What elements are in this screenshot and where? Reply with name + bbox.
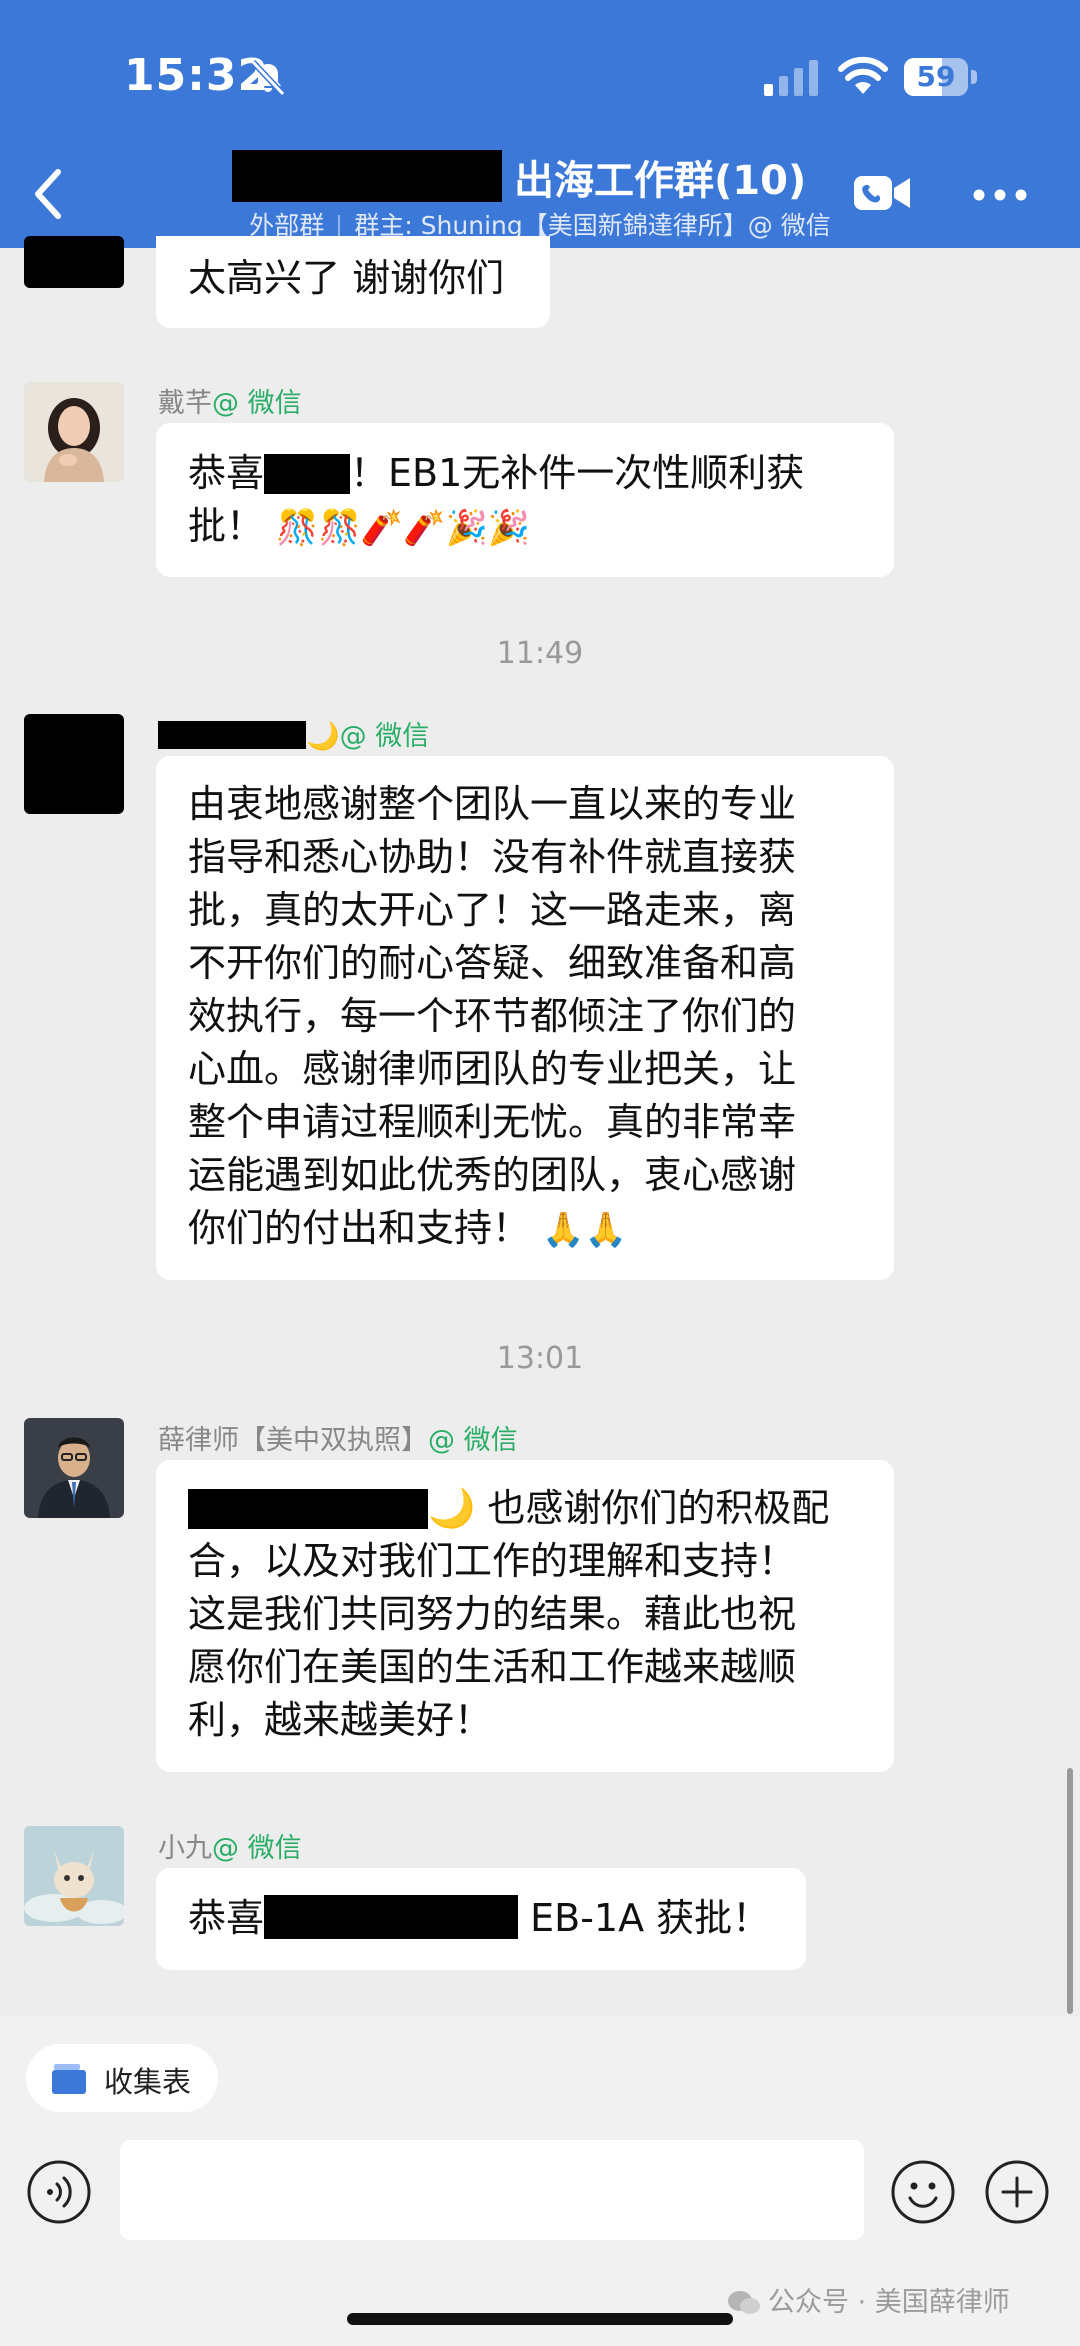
message-line: 不开你们的耐心答疑、细致准备和高 bbox=[188, 941, 797, 985]
more-icon[interactable] bbox=[972, 188, 1028, 202]
sender-name: 戴芊@ 微信 bbox=[158, 381, 302, 420]
timestamp: 13:01 bbox=[496, 1341, 584, 1376]
avatar-photo bbox=[24, 1826, 124, 1926]
signal-icon bbox=[764, 60, 818, 96]
video-call-icon[interactable] bbox=[852, 172, 912, 214]
bell-muted-icon bbox=[250, 59, 286, 97]
wechat-tag: @ 微信 bbox=[212, 1833, 302, 1864]
redacted-name bbox=[188, 1489, 428, 1529]
timestamp: 11:49 bbox=[496, 636, 584, 671]
message-line: 运能遇到如此优秀的团队，衷心感谢 bbox=[188, 1153, 797, 1197]
avatar-photo bbox=[24, 1418, 124, 1518]
sender-name: 薛律师【美中双执照】@ 微信 bbox=[158, 1418, 518, 1457]
message-bubble[interactable]: 恭喜 EB-1A 获批！ bbox=[156, 1868, 806, 1970]
watermark: 公众号 · 美国薛律师 bbox=[726, 2280, 1010, 2319]
watermark-text: 公众号 · 美国薛律师 bbox=[768, 2287, 1010, 2318]
celebration-emojis: 🎊🎊🧨🧨🎉🎉 bbox=[276, 508, 531, 548]
message-text: 恭喜 bbox=[188, 451, 265, 495]
avatar-lawyer-xue[interactable] bbox=[24, 1418, 124, 1518]
message-bubble[interactable]: 太高兴了 谢谢你们 bbox=[156, 236, 550, 328]
message-line: 合，以及对我们工作的理解和支持！ bbox=[188, 1539, 797, 1583]
avatar-xiaojiu[interactable] bbox=[24, 1826, 124, 1926]
chat-title[interactable]: 出海工作群(10) bbox=[514, 148, 806, 206]
redacted-name bbox=[264, 454, 351, 494]
redacted-name bbox=[264, 1895, 519, 1939]
message-text: 批！ bbox=[188, 504, 265, 548]
plus-icon[interactable] bbox=[984, 2159, 1050, 2225]
collect-form-label: 收集表 bbox=[104, 2065, 192, 2099]
wechat-tag: @ 微信 bbox=[428, 1425, 518, 1456]
wechat-tag: 🌙@ 微信 bbox=[306, 721, 430, 752]
scrollbar[interactable] bbox=[1067, 1768, 1073, 2014]
message-input[interactable] bbox=[120, 2140, 864, 2240]
message-bubble[interactable]: 由衷地感谢整个团队一直以来的专业 指导和悉心协助！没有补件就直接获 批，真的太开… bbox=[156, 756, 894, 1280]
wechat-tag: @ 微信 bbox=[212, 388, 302, 419]
battery-level: 59 bbox=[916, 60, 956, 93]
sender-name: 小九@ 微信 bbox=[158, 1826, 302, 1865]
battery-indicator: 59 bbox=[904, 58, 978, 96]
message-line: 愿你们在美国的生活和工作越来越顺 bbox=[188, 1645, 797, 1689]
avatar-daiqian[interactable] bbox=[24, 382, 124, 482]
message-bubble[interactable]: 恭喜 ！EB1无补件一次性顺利获 批！ 🎊🎊🧨🧨🎉🎉 bbox=[156, 423, 894, 577]
emoji-icon[interactable] bbox=[890, 2159, 956, 2225]
chat-header: 15:32 59 出海工作群(10) 外部群 群主: Shuning【美国新錦達律… bbox=[0, 0, 1080, 248]
message-bubble[interactable]: 🌙 也感谢你们的积极配 合，以及对我们工作的理解和支持！ 这是我们共同努力的结果… bbox=[156, 1460, 894, 1772]
message-line: 心血。感谢律师团队的专业把关，让 bbox=[188, 1047, 797, 1091]
message-line: 效执行，每一个环节都倾注了你们的 bbox=[188, 994, 797, 1038]
message-line: 整个申请过程顺利无忧。真的非常幸 bbox=[188, 1100, 797, 1144]
sender-name: 🌙@ 微信 bbox=[158, 714, 429, 753]
message-line: 利，越来越美好！ bbox=[188, 1698, 493, 1742]
sender-label: 小九 bbox=[158, 1833, 212, 1864]
message-text: EB-1A 获批！ bbox=[530, 1896, 771, 1940]
message-text: 恭喜 bbox=[188, 1896, 265, 1940]
message-line: 批，真的太开心了！这一路走来，离 bbox=[188, 888, 797, 932]
wifi-icon bbox=[838, 56, 888, 94]
redacted-sender bbox=[158, 721, 306, 749]
folder-icon bbox=[52, 2064, 86, 2094]
message-line: 指导和悉心协助！没有补件就直接获 bbox=[188, 835, 797, 879]
message-line: 这是我们共同努力的结果。藉此也祝 bbox=[188, 1592, 797, 1636]
redacted-title-block bbox=[232, 150, 502, 202]
message-text: ！EB1无补件一次性顺利获 bbox=[350, 451, 805, 495]
message-text: 太高兴了 谢谢你们 bbox=[188, 256, 505, 300]
sender-label: 戴芊 bbox=[158, 388, 212, 419]
avatar-redacted[interactable] bbox=[24, 714, 124, 814]
pray-emojis: 🙏🙏 bbox=[542, 1210, 627, 1250]
avatar-redacted[interactable] bbox=[24, 236, 124, 288]
message-line: 🌙 也感谢你们的积极配 bbox=[428, 1486, 830, 1530]
voice-icon[interactable] bbox=[26, 2159, 92, 2225]
message-line: 你们的付出和支持！ bbox=[188, 1206, 531, 1250]
home-indicator bbox=[347, 2313, 733, 2325]
wechat-official-icon bbox=[728, 2291, 760, 2314]
sender-label: 薛律师【美中双执照】 bbox=[158, 1425, 428, 1456]
message-line: 由衷地感谢整个团队一直以来的专业 bbox=[188, 782, 797, 826]
avatar-photo bbox=[24, 382, 124, 482]
collect-form-button[interactable]: 收集表 bbox=[26, 2044, 218, 2112]
